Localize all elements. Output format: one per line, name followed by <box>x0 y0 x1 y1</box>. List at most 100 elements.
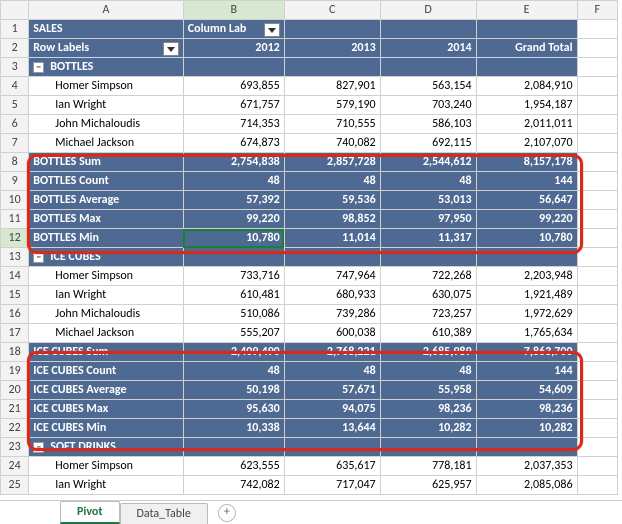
cell[interactable]: 7,863,700 <box>476 343 577 362</box>
cell[interactable]: 54,609 <box>476 381 577 400</box>
subtotal-label[interactable]: BOTTLES Sum <box>29 153 184 172</box>
cell[interactable]: 610,389 <box>380 324 476 343</box>
cell[interactable]: 10,282 <box>476 419 577 438</box>
cell[interactable]: 1,954,187 <box>476 96 577 115</box>
cell[interactable]: 2,085,086 <box>476 476 577 495</box>
cell[interactable]: 827,901 <box>284 77 380 96</box>
cell[interactable]: 1,765,634 <box>476 324 577 343</box>
row-header[interactable]: 21 <box>1 400 29 419</box>
cell[interactable]: 723,257 <box>380 305 476 324</box>
sheet-tab-data-table[interactable]: Data_Table <box>120 503 208 524</box>
row-header[interactable]: 11 <box>1 210 29 229</box>
cell[interactable]: 10,338 <box>183 419 284 438</box>
row-header[interactable]: 23 <box>1 438 29 457</box>
subtotal-label[interactable]: BOTTLES Min <box>29 229 184 248</box>
row-header[interactable]: 16 <box>1 305 29 324</box>
cell[interactable]: 10,282 <box>380 419 476 438</box>
col-header-c[interactable]: C <box>284 1 380 20</box>
column-labels-filter-icon[interactable] <box>264 23 280 37</box>
row-label[interactable]: Homer Simpson <box>29 77 184 96</box>
subtotal-label[interactable]: ICE CUBES Average <box>29 381 184 400</box>
row-label[interactable]: Homer Simpson <box>29 267 184 286</box>
group-soft-drinks[interactable]: −SOFT DRINKS <box>29 438 184 457</box>
row-header[interactable]: 13 <box>1 248 29 267</box>
cell[interactable]: 2,011,011 <box>476 115 577 134</box>
cell[interactable]: 555,207 <box>183 324 284 343</box>
cell[interactable]: 59,536 <box>284 191 380 210</box>
cell[interactable]: 98,236 <box>380 400 476 419</box>
cell[interactable]: 710,555 <box>284 115 380 134</box>
cell[interactable]: 714,353 <box>183 115 284 134</box>
cell[interactable]: 48 <box>284 362 380 381</box>
row-header[interactable]: 15 <box>1 286 29 305</box>
cell[interactable]: 635,617 <box>284 457 380 476</box>
year-header[interactable]: 2014 <box>380 39 476 58</box>
row-header[interactable]: 17 <box>1 324 29 343</box>
row-label[interactable]: Michael Jackson <box>29 324 184 343</box>
row-header[interactable]: 20 <box>1 381 29 400</box>
subtotal-label[interactable]: ICE CUBES Sum <box>29 343 184 362</box>
cell[interactable]: 99,220 <box>183 210 284 229</box>
grand-total-header[interactable]: Grand Total <box>476 39 577 58</box>
cell[interactable]: 739,286 <box>284 305 380 324</box>
year-header[interactable]: 2013 <box>284 39 380 58</box>
row-header[interactable]: 12 <box>1 229 29 248</box>
cell[interactable]: 11,317 <box>380 229 476 248</box>
cell[interactable]: 722,268 <box>380 267 476 286</box>
row-header[interactable]: 10 <box>1 191 29 210</box>
row-header[interactable]: 18 <box>1 343 29 362</box>
subtotal-label[interactable]: BOTTLES Average <box>29 191 184 210</box>
cell[interactable]: 94,075 <box>284 400 380 419</box>
cell[interactable]: 2,768,221 <box>284 343 380 362</box>
row-labels-filter-icon[interactable] <box>163 42 179 56</box>
row-label[interactable]: Homer Simpson <box>29 457 184 476</box>
cell[interactable]: 2,409,490 <box>183 343 284 362</box>
cell[interactable]: 11,014 <box>284 229 380 248</box>
cell[interactable]: 510,086 <box>183 305 284 324</box>
cell[interactable]: 733,716 <box>183 267 284 286</box>
row-header[interactable]: 8 <box>1 153 29 172</box>
pivot-title[interactable]: SALES <box>29 20 184 39</box>
cell[interactable]: 2,107,070 <box>476 134 577 153</box>
row-header[interactable]: 5 <box>1 96 29 115</box>
cell[interactable]: 98,852 <box>284 210 380 229</box>
col-header-f[interactable]: F <box>577 1 617 20</box>
cell[interactable]: 144 <box>476 362 577 381</box>
cell[interactable]: 48 <box>284 172 380 191</box>
cell[interactable]: 2,037,353 <box>476 457 577 476</box>
cell[interactable]: 2,544,612 <box>380 153 476 172</box>
cell[interactable]: 778,181 <box>380 457 476 476</box>
cell[interactable]: 747,964 <box>284 267 380 286</box>
new-sheet-button[interactable]: + <box>218 504 236 522</box>
cell[interactable]: 671,757 <box>183 96 284 115</box>
select-all-corner[interactable] <box>1 1 29 20</box>
cell[interactable]: 56,647 <box>476 191 577 210</box>
cell[interactable]: 95,630 <box>183 400 284 419</box>
collapse-icon[interactable]: − <box>33 62 44 73</box>
row-label[interactable]: Ian Wright <box>29 286 184 305</box>
cell[interactable]: 13,644 <box>284 419 380 438</box>
row-header[interactable]: 19 <box>1 362 29 381</box>
col-header-e[interactable]: E <box>476 1 577 20</box>
spreadsheet-grid[interactable]: A B C D E F 1 SALES Column Lab 2 Row Lab… <box>0 0 618 495</box>
row-header[interactable]: 3 <box>1 58 29 77</box>
sheet-tab-pivot[interactable]: Pivot <box>60 501 120 524</box>
cell[interactable]: 99,220 <box>476 210 577 229</box>
cell[interactable]: 2,203,948 <box>476 267 577 286</box>
subtotal-label[interactable]: ICE CUBES Count <box>29 362 184 381</box>
cell[interactable]: 600,038 <box>284 324 380 343</box>
subtotal-label[interactable]: BOTTLES Count <box>29 172 184 191</box>
row-label[interactable]: John Michaloudis <box>29 305 184 324</box>
row-header[interactable]: 1 <box>1 20 29 39</box>
active-cell[interactable]: 10,780 <box>183 229 284 248</box>
cell[interactable]: 144 <box>476 172 577 191</box>
cell[interactable]: 48 <box>183 172 284 191</box>
row-header[interactable]: 9 <box>1 172 29 191</box>
cell[interactable]: 586,103 <box>380 115 476 134</box>
row-label[interactable]: John Michaloudis <box>29 115 184 134</box>
cell[interactable]: 674,873 <box>183 134 284 153</box>
cell[interactable]: 50,198 <box>183 381 284 400</box>
column-labels-cell[interactable]: Column Lab <box>183 20 284 39</box>
cell[interactable]: 692,115 <box>380 134 476 153</box>
row-label[interactable]: Ian Wright <box>29 96 184 115</box>
